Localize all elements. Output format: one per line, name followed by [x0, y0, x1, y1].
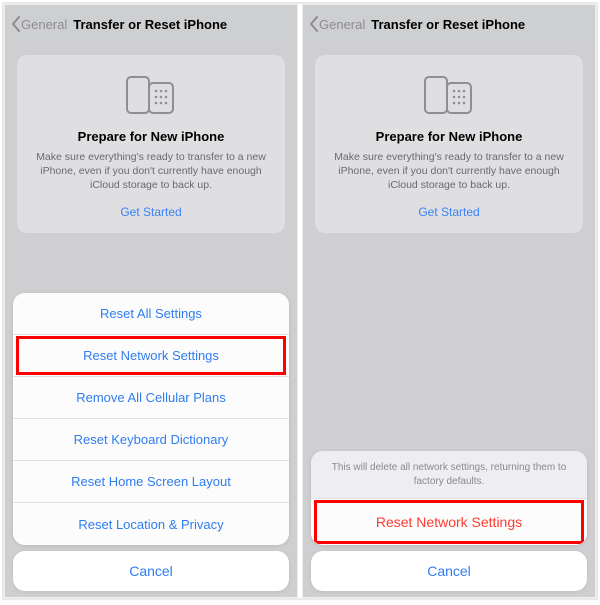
option-label: Reset Network Settings — [83, 348, 219, 363]
chevron-left-icon — [11, 16, 21, 32]
cancel-button[interactable]: Cancel — [13, 551, 289, 591]
navbar: General Transfer or Reset iPhone — [303, 5, 595, 43]
confirm-label: Reset Network Settings — [376, 514, 522, 530]
back-button[interactable]: General — [309, 16, 365, 32]
navbar: General Transfer or Reset iPhone — [5, 5, 297, 43]
reset-all-settings[interactable]: Reset All Settings — [13, 293, 289, 335]
reset-location-privacy[interactable]: Reset Location & Privacy — [13, 503, 289, 545]
comparison-container: General Transfer or Reset iPhone Prepare… — [2, 2, 598, 600]
reset-home-screen-layout[interactable]: Reset Home Screen Layout — [13, 461, 289, 503]
card-heading: Prepare for New iPhone — [329, 129, 569, 144]
cancel-button[interactable]: Cancel — [311, 551, 587, 591]
back-button[interactable]: General — [11, 16, 67, 32]
devices-icon — [329, 73, 569, 117]
get-started-link[interactable]: Get Started — [329, 205, 569, 219]
reset-action-sheet: Reset All Settings Reset Network Setting… — [13, 293, 289, 545]
reset-keyboard-dictionary[interactable]: Reset Keyboard Dictionary — [13, 419, 289, 461]
nav-title: Transfer or Reset iPhone — [73, 17, 227, 32]
prepare-card: Prepare for New iPhone Make sure everyth… — [315, 55, 583, 233]
confirm-message: This will delete all network settings, r… — [311, 451, 587, 499]
right-screenshot: General Transfer or Reset iPhone Prepare… — [302, 4, 596, 598]
card-body: Make sure everything's ready to transfer… — [329, 150, 569, 193]
left-screenshot: General Transfer or Reset iPhone Prepare… — [4, 4, 298, 598]
remove-cellular-plans[interactable]: Remove All Cellular Plans — [13, 377, 289, 419]
reset-network-settings[interactable]: Reset Network Settings — [13, 335, 289, 377]
card-heading: Prepare for New iPhone — [31, 129, 271, 144]
prepare-card: Prepare for New iPhone Make sure everyth… — [17, 55, 285, 233]
card-body: Make sure everything's ready to transfer… — [31, 150, 271, 193]
confirm-action-sheet: This will delete all network settings, r… — [311, 451, 587, 545]
back-label: General — [21, 17, 67, 32]
confirm-reset-network-settings[interactable]: Reset Network Settings — [311, 499, 587, 545]
back-label: General — [319, 17, 365, 32]
get-started-link[interactable]: Get Started — [31, 205, 271, 219]
chevron-left-icon — [309, 16, 319, 32]
devices-icon — [31, 73, 271, 117]
nav-title: Transfer or Reset iPhone — [371, 17, 525, 32]
